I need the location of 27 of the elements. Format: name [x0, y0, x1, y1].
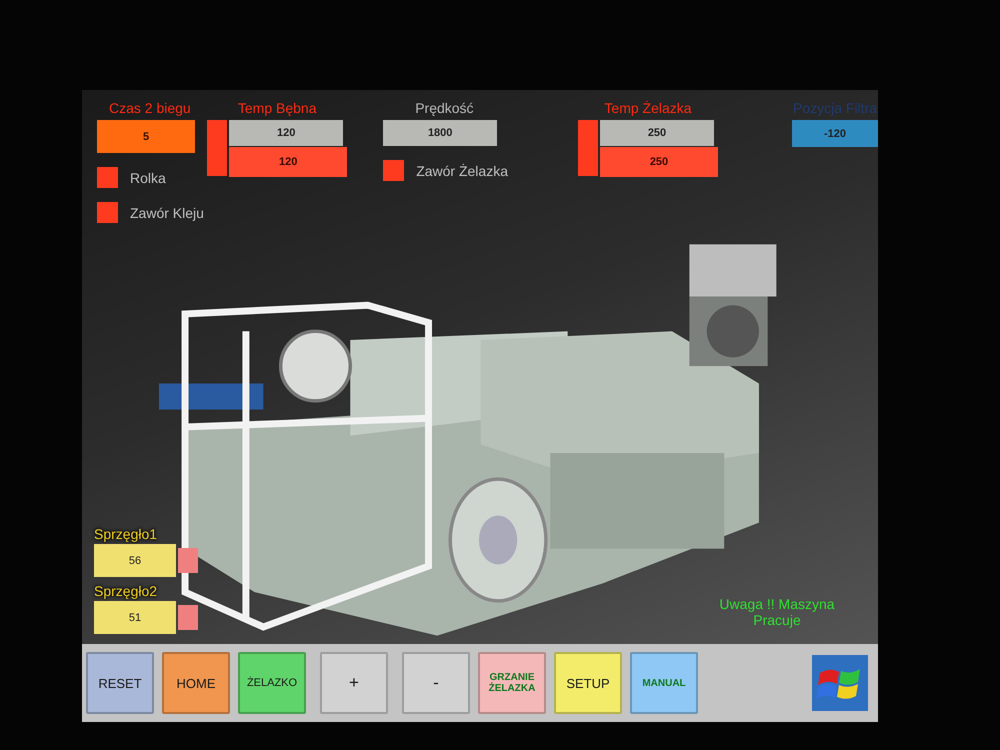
- value-display: -120: [792, 120, 878, 147]
- lamp-label: Zawór Kleju: [130, 204, 204, 220]
- hmi-button[interactable]: +: [320, 652, 388, 714]
- hmi-button[interactable]: ŻELAZKO: [238, 652, 306, 714]
- widget-label: Temp Żelazka: [604, 100, 692, 116]
- coupling-label: Sprzęgło2: [94, 583, 158, 599]
- setpoint-display: 120: [229, 120, 344, 146]
- lamp-label: Rolka: [130, 170, 166, 186]
- hmi-button[interactable]: RESET: [86, 652, 154, 714]
- actual-value-display: 120: [229, 147, 348, 177]
- value-display: 5: [97, 120, 195, 153]
- widget-label: Czas 2 biegu: [109, 100, 191, 116]
- widget-label: Temp Bębna: [238, 100, 316, 116]
- hmi-button[interactable]: HOME: [162, 652, 230, 714]
- coupling-label: Sprzęgło1: [94, 526, 158, 542]
- warning-message: Uwaga !! Maszyna Pracuje: [718, 596, 836, 628]
- setpoint-display: 250: [600, 120, 714, 146]
- hmi-button[interactable]: SETUP: [554, 652, 622, 714]
- widget-label: Prędkość: [415, 100, 474, 116]
- value-display: 56: [94, 544, 176, 577]
- hmi-button[interactable]: -: [402, 652, 470, 714]
- windows-logo-icon[interactable]: [812, 655, 868, 711]
- lamp-label: Zawór Żelazka: [416, 162, 508, 178]
- actual-value-display: 250: [600, 147, 718, 177]
- value-display: 1800: [383, 120, 498, 146]
- widget-label: Pozycja Filtra: [792, 100, 878, 116]
- value-display: 51: [94, 601, 176, 634]
